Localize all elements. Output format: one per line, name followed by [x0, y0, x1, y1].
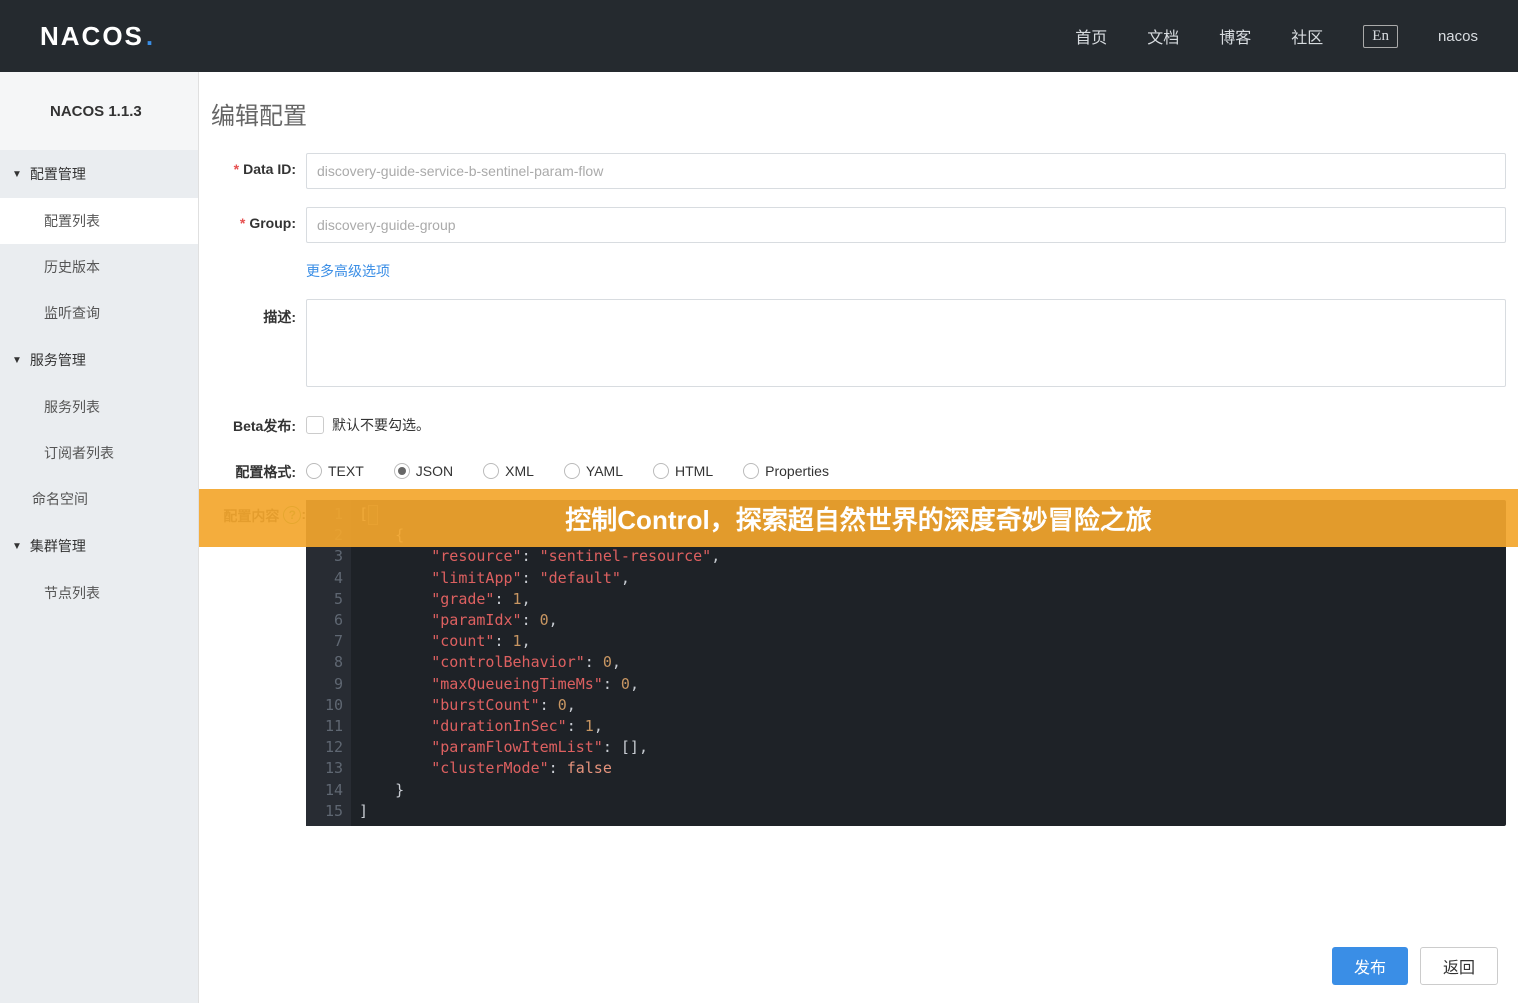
label-desc: 描述:	[211, 299, 296, 390]
publish-button[interactable]: 发布	[1332, 947, 1408, 985]
nav-home[interactable]: 首页	[1075, 24, 1107, 48]
label-content: 配置内容?:	[211, 500, 306, 826]
caret-down-icon: ▼	[12, 355, 22, 366]
radio-icon	[743, 463, 759, 479]
user-name[interactable]: nacos	[1438, 28, 1478, 45]
code-editor[interactable]: 123456789101112131415 [ { "resource": "s…	[306, 500, 1506, 826]
label-group: *Group:	[211, 207, 296, 243]
input-group[interactable]	[306, 207, 1506, 243]
top-nav: 首页 文档 博客 社区 En nacos	[1075, 24, 1478, 48]
nav-docs[interactable]: 文档	[1147, 24, 1179, 48]
format-radio-text[interactable]: TEXT	[306, 460, 364, 482]
radio-icon	[483, 463, 499, 479]
input-desc[interactable]	[306, 299, 1506, 387]
radio-label: YAML	[586, 463, 623, 479]
menu-history[interactable]: 历史版本	[0, 244, 198, 290]
radio-icon	[394, 463, 410, 479]
nav-blog[interactable]: 博客	[1219, 24, 1251, 48]
page-title: 编辑配置	[211, 96, 1518, 131]
caret-down-icon: ▼	[12, 541, 22, 552]
beta-checkbox[interactable]	[306, 416, 324, 434]
label-format: 配置格式:	[211, 454, 296, 482]
overlay-banner: 控制Control，探索超自然世界的深度奇妙冒险之旅	[199, 489, 1518, 547]
radio-icon	[653, 463, 669, 479]
menu-namespace[interactable]: 命名空间	[0, 476, 198, 522]
format-radio-json[interactable]: JSON	[394, 460, 453, 482]
editor-gutter: 123456789101112131415	[306, 500, 351, 826]
caret-down-icon: ▼	[12, 169, 22, 180]
menu-group-cluster[interactable]: ▼ 集群管理	[0, 522, 198, 570]
menu-group-config[interactable]: ▼ 配置管理	[0, 150, 198, 198]
label-beta: Beta发布:	[211, 408, 296, 436]
format-radio-properties[interactable]: Properties	[743, 460, 829, 482]
radio-label: HTML	[675, 463, 713, 479]
menu-service-list[interactable]: 服务列表	[0, 384, 198, 430]
format-radio-yaml[interactable]: YAML	[564, 460, 623, 482]
logo-text: NACOS	[40, 21, 144, 52]
format-radio-html[interactable]: HTML	[653, 460, 713, 482]
top-header: NACOS. 首页 文档 博客 社区 En nacos	[0, 0, 1518, 72]
menu-node-list[interactable]: 节点列表	[0, 570, 198, 616]
logo-dot: .	[146, 21, 155, 52]
format-radio-xml[interactable]: XML	[483, 460, 534, 482]
version-label: NACOS 1.1.3	[0, 72, 198, 150]
radio-icon	[306, 463, 322, 479]
nav-community[interactable]: 社区	[1291, 24, 1323, 48]
radio-label: JSON	[416, 463, 453, 479]
menu-group-service-label: 服务管理	[30, 350, 86, 370]
radio-label: XML	[505, 463, 534, 479]
editor-code[interactable]: [ { "resource": "sentinel-resource", "li…	[351, 500, 1506, 826]
logo: NACOS.	[40, 21, 155, 52]
back-button[interactable]: 返回	[1420, 947, 1498, 985]
radio-label: TEXT	[328, 463, 364, 479]
radio-icon	[564, 463, 580, 479]
beta-hint: 默认不要勾选。	[332, 415, 430, 435]
radio-label: Properties	[765, 463, 829, 479]
menu-group-config-label: 配置管理	[30, 164, 86, 184]
menu-subscribers[interactable]: 订阅者列表	[0, 430, 198, 476]
input-dataid[interactable]	[306, 153, 1506, 189]
menu-config-list[interactable]: 配置列表	[0, 198, 198, 244]
label-dataid: *Data ID:	[211, 153, 296, 189]
menu-listen-query[interactable]: 监听查询	[0, 290, 198, 336]
sidebar: NACOS 1.1.3 ▼ 配置管理 配置列表 历史版本 监听查询 ▼ 服务管理 服…	[0, 72, 199, 1003]
menu-group-cluster-label: 集群管理	[30, 536, 86, 556]
main-content: 编辑配置 *Data ID: *Group: 更多高级选项 描述: Beta发布…	[199, 72, 1518, 1003]
menu-group-service[interactable]: ▼ 服务管理	[0, 336, 198, 384]
lang-toggle[interactable]: En	[1363, 25, 1398, 48]
more-options-link[interactable]: 更多高级选项	[306, 263, 390, 279]
